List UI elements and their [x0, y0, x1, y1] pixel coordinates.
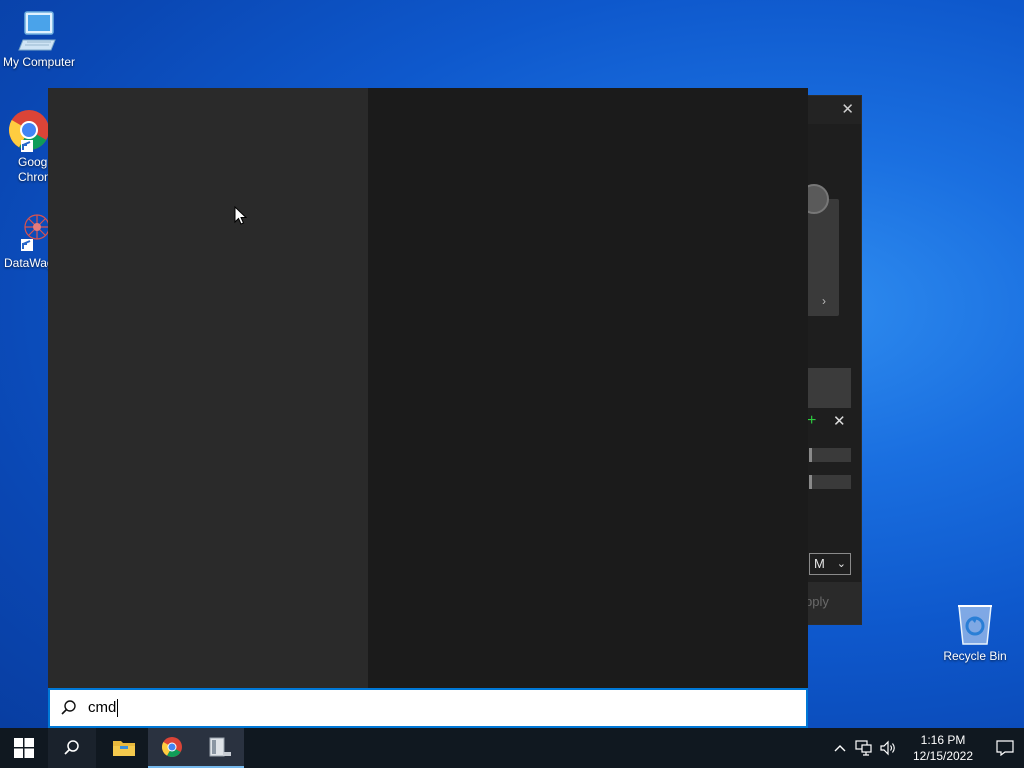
desktop-icon-label: Recycle Bin	[943, 649, 1007, 663]
network-icon[interactable]	[852, 740, 876, 756]
taskbar-search-box[interactable]: cmd	[48, 688, 808, 728]
app-window-icon	[209, 737, 231, 757]
taskbar-chrome[interactable]	[148, 728, 196, 768]
clock-date: 12/15/2022	[912, 749, 974, 763]
chevron-down-icon: ⌄	[836, 558, 846, 570]
search-results-pane	[48, 88, 368, 688]
taskbar: 1:16 PM 12/15/2022	[0, 728, 1024, 768]
apply-button[interactable]: pply	[805, 594, 829, 609]
taskbar-clock[interactable]: 1:16 PM 12/15/2022	[906, 732, 980, 764]
chrome-icon	[162, 737, 182, 757]
search-icon	[61, 700, 76, 715]
search-icon	[64, 740, 79, 755]
clock-time: 1:16 PM	[920, 733, 966, 747]
volume-icon[interactable]	[876, 740, 900, 756]
taskbar-file-explorer[interactable]	[100, 728, 148, 768]
search-input[interactable]: cmd	[88, 699, 119, 717]
datawag-icon	[21, 214, 50, 251]
taskbar-app-window[interactable]	[196, 728, 244, 768]
folder-icon	[113, 741, 135, 756]
system-tray: 1:16 PM 12/15/2022	[828, 728, 1024, 768]
desktop-icon-recycle-bin[interactable]: Recycle Bin	[936, 602, 1014, 664]
chevron-right-icon[interactable]: ›	[822, 294, 826, 308]
windows-logo-icon	[14, 738, 34, 758]
taskbar-search-button[interactable]	[48, 728, 96, 768]
desktop-icon-label: My Computer	[2, 55, 76, 69]
start-button[interactable]	[0, 728, 48, 768]
settings-panel	[807, 368, 851, 408]
close-icon[interactable]: ✕	[841, 100, 854, 118]
dropdown-value: M	[814, 556, 825, 571]
start-search-panel	[48, 88, 808, 688]
desktop-icon-my-computer[interactable]: My Computer	[0, 10, 78, 70]
dropdown-select[interactable]: M ⌄	[809, 553, 851, 575]
remove-icon[interactable]: ✕	[833, 412, 846, 430]
notifications-icon[interactable]	[986, 740, 1024, 756]
input-field[interactable]	[809, 448, 851, 462]
chrome-icon	[9, 110, 49, 152]
search-preview-pane	[368, 88, 808, 688]
add-icon[interactable]: +	[807, 412, 816, 430]
input-field[interactable]	[809, 475, 851, 489]
show-hidden-icons-chevron-up-icon[interactable]	[828, 744, 852, 752]
recycle-bin-icon	[958, 605, 992, 645]
computer-icon	[18, 11, 56, 51]
mouse-cursor-icon	[234, 206, 248, 225]
